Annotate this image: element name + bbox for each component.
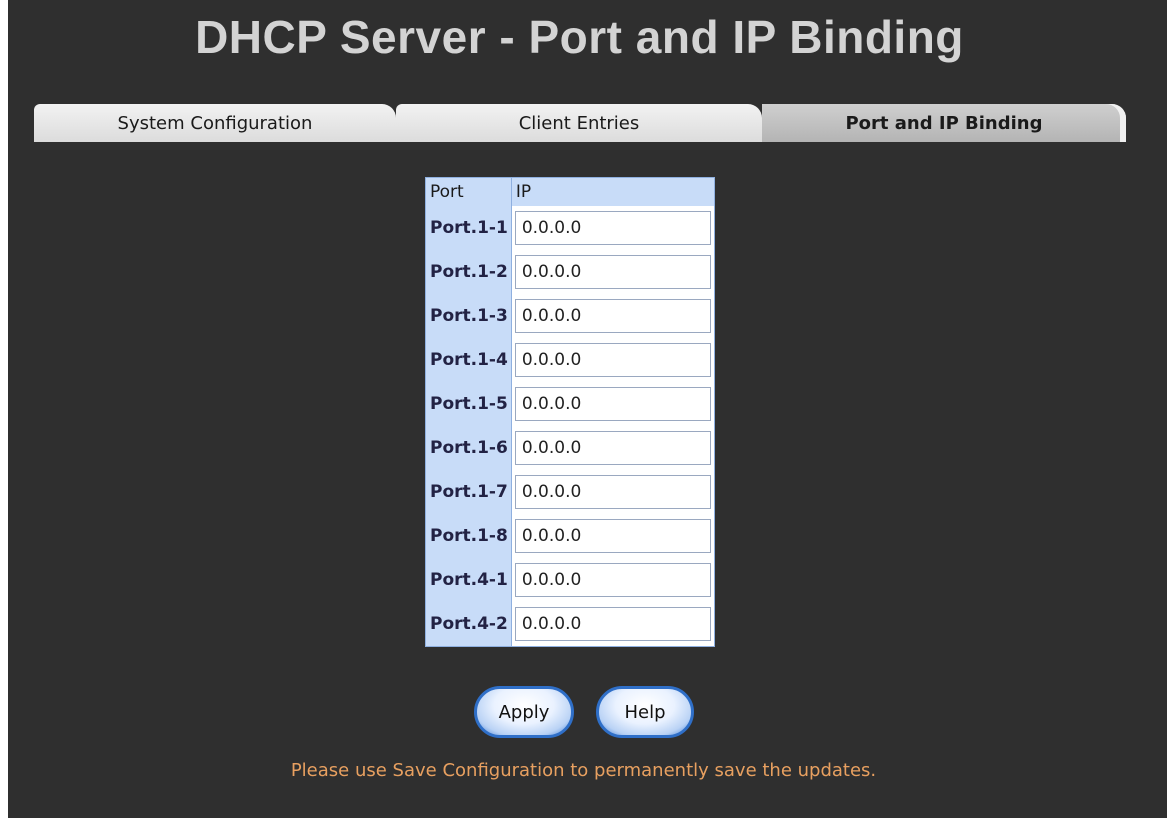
ip-cell	[510, 514, 714, 558]
table-row: Port.4-2	[426, 602, 714, 646]
ip-input[interactable]	[514, 343, 711, 377]
table-row: Port.1-5	[426, 382, 714, 426]
help-button[interactable]: Help	[596, 686, 694, 738]
port-column-header: Port	[426, 178, 511, 206]
port-label: Port.1-7	[426, 470, 511, 514]
save-reminder-note: Please use Save Configuration to permane…	[290, 760, 877, 781]
tab-port-and-ip-binding[interactable]: Port and IP Binding	[762, 104, 1126, 142]
tab-system-configuration[interactable]: System Configuration	[34, 104, 396, 142]
page-title: DHCP Server - Port and IP Binding	[195, 11, 964, 63]
table-row: Port.1-8	[426, 514, 714, 558]
table-row: Port.1-3	[426, 294, 714, 338]
port-label: Port.1-5	[426, 382, 511, 426]
ip-column-header: IP	[510, 178, 714, 206]
ip-input[interactable]	[514, 563, 711, 597]
ip-input[interactable]	[514, 607, 711, 641]
port-label: Port.1-3	[426, 294, 511, 338]
ip-input[interactable]	[514, 475, 711, 509]
ip-input[interactable]	[514, 299, 711, 333]
table-row: Port.1-7	[426, 470, 714, 514]
table-header-row: Port IP	[426, 178, 714, 206]
ip-cell	[510, 206, 714, 250]
ip-cell	[510, 250, 714, 294]
ip-input[interactable]	[514, 255, 711, 289]
ip-cell	[510, 426, 714, 470]
port-label: Port.4-2	[426, 602, 511, 646]
apply-button[interactable]: Apply	[474, 686, 574, 738]
table-row: Port.1-2	[426, 250, 714, 294]
port-label: Port.1-8	[426, 514, 511, 558]
table-row: Port.4-1	[426, 558, 714, 602]
ip-cell	[510, 294, 714, 338]
table-row: Port.1-6	[426, 426, 714, 470]
port-ip-binding-table: Port IP Port.1-1 Port.1-2 Port.1-3 Port.…	[425, 177, 715, 647]
port-label: Port.1-2	[426, 250, 511, 294]
ip-cell	[510, 338, 714, 382]
port-label: Port.1-6	[426, 426, 511, 470]
ip-cell	[510, 382, 714, 426]
table-row: Port.1-1	[426, 206, 714, 250]
ip-input[interactable]	[514, 519, 711, 553]
port-label: Port.4-1	[426, 558, 511, 602]
ip-cell	[510, 558, 714, 602]
table-row: Port.1-4	[426, 338, 714, 382]
ip-input[interactable]	[514, 431, 711, 465]
port-label: Port.1-4	[426, 338, 511, 382]
tab-client-entries[interactable]: Client Entries	[396, 104, 762, 142]
ip-cell	[510, 602, 714, 646]
ip-input[interactable]	[514, 211, 711, 245]
port-label: Port.1-1	[426, 206, 511, 250]
ip-input[interactable]	[514, 387, 711, 421]
ip-cell	[510, 470, 714, 514]
